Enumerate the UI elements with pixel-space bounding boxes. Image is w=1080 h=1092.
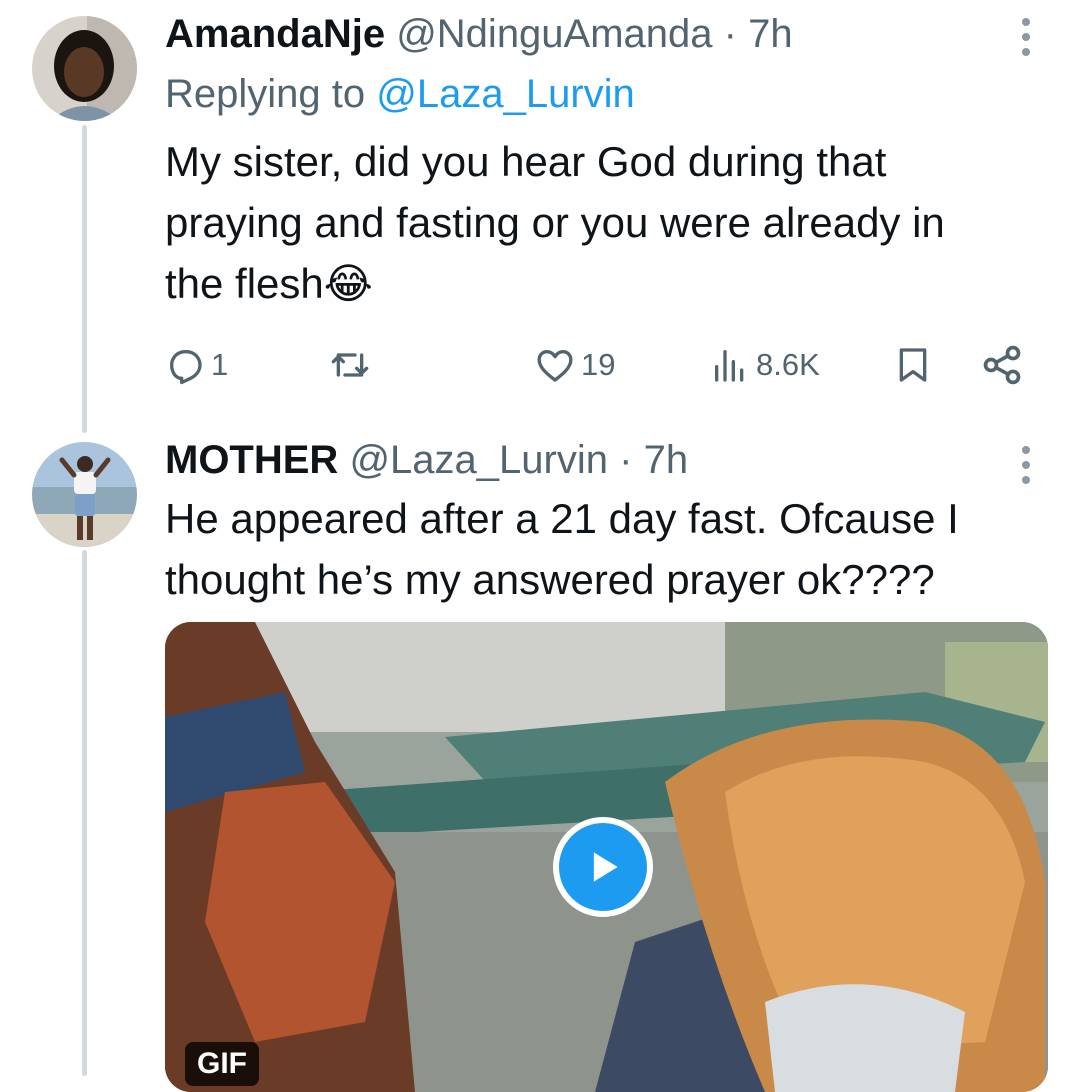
like-count: 19 <box>581 347 616 382</box>
gif-badge: GIF <box>185 1042 259 1086</box>
avatar[interactable] <box>32 16 137 121</box>
tweet-header: AmandaNje @NdinguAmanda · 7h <box>165 10 793 58</box>
separator-dot: · <box>723 12 737 56</box>
bookmark-button[interactable] <box>893 340 933 390</box>
replying-prefix: Replying to <box>165 72 366 116</box>
tweet-text-line: praying and fasting or you were already … <box>165 199 945 246</box>
bookmark-icon <box>899 348 927 382</box>
reply-count: 1 <box>211 347 229 382</box>
user-handle[interactable]: @NdinguAmanda <box>396 12 712 56</box>
thread-line-top <box>82 125 87 433</box>
tweet-text-line: thought he’s my answered prayer ok???? <box>165 556 935 603</box>
replying-to: Replying to @Laza_Lurvin <box>165 70 635 118</box>
play-button[interactable] <box>553 817 653 917</box>
thread-line-bottom <box>82 550 87 1076</box>
user-handle[interactable]: @Laza_Lurvin <box>349 438 608 482</box>
tweet-header: MOTHER @Laza_Lurvin · 7h <box>165 436 688 484</box>
display-name[interactable]: AmandaNje <box>165 12 385 56</box>
display-name[interactable]: MOTHER <box>165 438 338 482</box>
reply-icon <box>170 350 202 385</box>
share-icon <box>983 345 1021 385</box>
reply-button[interactable]: 1 <box>165 340 228 390</box>
heart-icon <box>537 350 573 382</box>
views-icon <box>715 350 744 382</box>
gif-media[interactable]: GIF <box>165 622 1048 1092</box>
tweet-text: My sister, did you hear God during that … <box>165 131 1045 314</box>
timestamp[interactable]: 7h <box>644 438 689 482</box>
tweet-actions: 1 19 8.6K <box>165 340 1030 390</box>
mention-link[interactable]: @Laza_Lurvin <box>376 72 635 116</box>
views-button[interactable]: 8.6K <box>710 340 820 390</box>
avatar[interactable] <box>32 442 137 547</box>
tweet-text-line: He appeared after a 21 day fast. Ofcause… <box>165 495 959 542</box>
more-options-button[interactable] <box>1020 446 1032 484</box>
tweet-text-line: the flesh😂 <box>165 260 373 307</box>
views-count: 8.6K <box>756 347 820 382</box>
separator-dot: · <box>619 438 633 482</box>
retweet-icon <box>331 353 369 377</box>
timestamp[interactable]: 7h <box>748 12 793 56</box>
more-vertical-icon <box>1022 446 1030 454</box>
play-icon <box>593 852 618 882</box>
like-button[interactable]: 19 <box>535 340 615 390</box>
retweet-button[interactable] <box>330 340 370 390</box>
tweet-text: He appeared after a 21 day fast. Ofcause… <box>165 488 1045 610</box>
more-options-button[interactable] <box>1020 18 1032 56</box>
tweet-text-line: My sister, did you hear God during that <box>165 138 887 185</box>
share-button[interactable] <box>980 340 1024 390</box>
more-vertical-icon <box>1022 18 1030 26</box>
